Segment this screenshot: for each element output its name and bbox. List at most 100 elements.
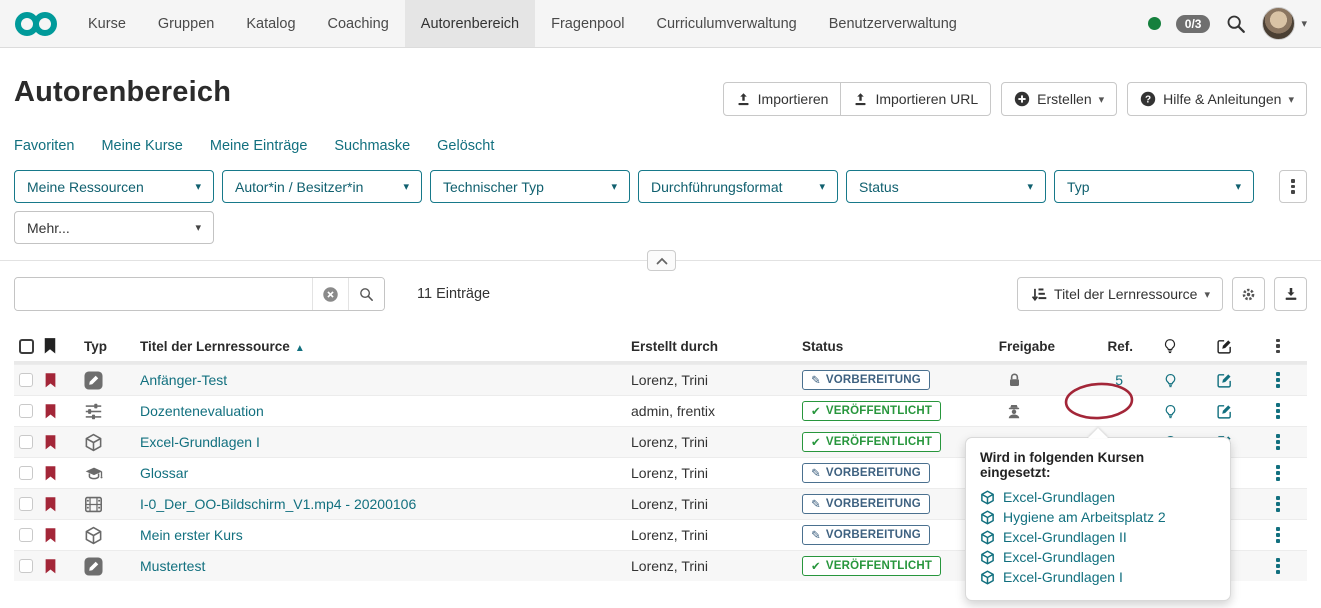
- filter-durchfuehrungsformat[interactable]: Durchführungsformat ▾: [638, 170, 838, 203]
- edit-icon[interactable]: [1216, 372, 1233, 389]
- openolat-logo[interactable]: [14, 0, 58, 47]
- resource-title-link[interactable]: Mustertest: [140, 558, 205, 574]
- edit-icon[interactable]: [1216, 403, 1233, 420]
- video-type-icon: [84, 496, 103, 513]
- pencil-icon: ✎: [811, 528, 821, 542]
- status-badge: ✎VORBEREITUNG: [802, 494, 930, 514]
- filter-status[interactable]: Status ▾: [846, 170, 1046, 203]
- bookmark-icon[interactable]: [44, 558, 57, 575]
- resource-title-link[interactable]: Mein erster Kurs: [140, 527, 243, 543]
- search-icon: [358, 286, 375, 303]
- nav-item-kurse[interactable]: Kurse: [72, 0, 142, 47]
- popover-course-link[interactable]: Excel-Grundlagen II: [980, 527, 1216, 547]
- autorenbereich-page: { "navbar": { "items": [ {"label": "Kurs…: [0, 0, 1321, 608]
- avatar: [1262, 7, 1295, 40]
- nav-item-curriculumverwaltung[interactable]: Curriculumverwaltung: [640, 0, 812, 47]
- tab-favoriten[interactable]: Favoriten: [14, 138, 74, 154]
- header-kebab-icon[interactable]: [1276, 339, 1280, 354]
- bookmark-icon[interactable]: [43, 337, 57, 355]
- resource-title-link[interactable]: Glossar: [140, 465, 188, 481]
- table-download-button[interactable]: [1274, 277, 1307, 311]
- user-menu[interactable]: ▾: [1262, 7, 1307, 40]
- notification-counter-badge[interactable]: 0/3: [1176, 15, 1211, 33]
- header-status[interactable]: Status: [802, 339, 969, 354]
- nav-item-katalog[interactable]: Katalog: [230, 0, 311, 47]
- import-button[interactable]: Importieren: [723, 82, 842, 116]
- collapse-filters-button[interactable]: [647, 250, 676, 271]
- popover-course-link[interactable]: Excel-Grundlagen I: [980, 567, 1216, 587]
- header-typ[interactable]: Typ: [62, 339, 118, 354]
- filter-label: Autor*in / Besitzer*in: [235, 179, 363, 195]
- nav-item-fragenpool[interactable]: Fragenpool: [535, 0, 640, 47]
- row-actions-kebab[interactable]: [1276, 465, 1280, 481]
- row-checkbox[interactable]: [19, 435, 33, 449]
- lightbulb-icon[interactable]: [1163, 372, 1178, 389]
- row-checkbox[interactable]: [19, 559, 33, 573]
- edit-icon[interactable]: [1216, 338, 1233, 355]
- search-input[interactable]: [15, 278, 312, 310]
- row-checkbox[interactable]: [19, 404, 33, 418]
- chevron-down-icon: ▾: [1204, 288, 1210, 301]
- import-url-button[interactable]: Importieren URL: [840, 82, 991, 116]
- row-actions-kebab[interactable]: [1276, 527, 1280, 543]
- submit-search-button[interactable]: [348, 278, 384, 310]
- search-icon[interactable]: [1225, 13, 1247, 35]
- resource-title-link[interactable]: Dozentenevaluation: [140, 403, 264, 419]
- filter-more-options-button[interactable]: [1279, 170, 1307, 203]
- filter-technischer-typ[interactable]: Technischer Typ ▾: [430, 170, 630, 203]
- popover-course-link[interactable]: Hygiene am Arbeitsplatz 2: [980, 507, 1216, 527]
- tab-meine-kurse[interactable]: Meine Kurse: [101, 138, 182, 154]
- bookmark-icon[interactable]: [44, 527, 57, 544]
- page-title: Autorenbereich: [14, 76, 231, 109]
- resource-title-link[interactable]: I-0_Der_OO-Bildschirm_V1.mp4 - 20200106: [140, 496, 416, 512]
- table-settings-button[interactable]: [1232, 277, 1265, 311]
- lightbulb-icon[interactable]: [1162, 337, 1178, 355]
- sort-button[interactable]: Titel der Lernressource ▾: [1017, 277, 1223, 311]
- filter-bar: Meine Ressourcen ▾ Autor*in / Besitzer*i…: [0, 170, 1321, 203]
- filter-autor-besitzer[interactable]: Autor*in / Besitzer*in ▾: [222, 170, 422, 203]
- bookmark-icon[interactable]: [44, 372, 57, 389]
- bookmark-icon[interactable]: [44, 465, 57, 482]
- sort-amount-icon: [1030, 286, 1047, 303]
- chevron-down-icon: ▾: [195, 221, 201, 234]
- tab-geloescht[interactable]: Gelöscht: [437, 138, 494, 154]
- row-actions-kebab[interactable]: [1276, 496, 1280, 512]
- tab-meine-eintraege[interactable]: Meine Einträge: [210, 138, 308, 154]
- header-ref[interactable]: Ref.: [1059, 339, 1141, 354]
- row-actions-kebab[interactable]: [1276, 403, 1280, 419]
- row-actions-kebab[interactable]: [1276, 558, 1280, 574]
- resource-title-link[interactable]: Anfänger-Test: [140, 372, 227, 388]
- select-all-checkbox[interactable]: [19, 339, 34, 354]
- row-actions-kebab[interactable]: [1276, 372, 1280, 388]
- nav-item-autorenbereich[interactable]: Autorenbereich: [405, 0, 535, 47]
- nav-item-benutzerverwaltung[interactable]: Benutzerverwaltung: [813, 0, 973, 47]
- row-checkbox[interactable]: [19, 373, 33, 387]
- header-titel[interactable]: Titel der Lernressource: [140, 339, 290, 354]
- bookmark-icon[interactable]: [44, 434, 57, 451]
- help-button[interactable]: ? Hilfe & Anleitungen ▾: [1127, 82, 1307, 116]
- tab-suchmaske[interactable]: Suchmaske: [334, 138, 410, 154]
- bookmark-icon[interactable]: [44, 403, 57, 420]
- bookmark-icon[interactable]: [44, 496, 57, 513]
- header-freigabe[interactable]: Freigabe: [969, 339, 1059, 354]
- create-button[interactable]: Erstellen ▾: [1001, 82, 1117, 116]
- header-erstellt-durch[interactable]: Erstellt durch: [631, 339, 802, 354]
- popover-course-link[interactable]: Excel-Grundlagen: [980, 487, 1216, 507]
- row-checkbox[interactable]: [19, 528, 33, 542]
- row-actions-kebab[interactable]: [1276, 434, 1280, 450]
- clear-search-button[interactable]: [312, 278, 348, 310]
- lightbulb-icon[interactable]: [1163, 403, 1178, 420]
- row-checkbox[interactable]: [19, 497, 33, 511]
- filter-label: Durchführungsformat: [651, 179, 783, 195]
- nav-item-coaching[interactable]: Coaching: [312, 0, 405, 47]
- filter-label: Meine Ressourcen: [27, 179, 144, 195]
- nav-item-gruppen[interactable]: Gruppen: [142, 0, 230, 47]
- ref-count[interactable]: 5: [1059, 372, 1141, 388]
- filter-meine-ressourcen[interactable]: Meine Ressourcen ▾: [14, 170, 214, 203]
- filter-typ[interactable]: Typ ▾: [1054, 170, 1254, 203]
- filter-mehr[interactable]: Mehr... ▾: [14, 211, 214, 244]
- resource-title-link[interactable]: Excel-Grundlagen I: [140, 434, 260, 450]
- row-checkbox[interactable]: [19, 466, 33, 480]
- popover-course-link[interactable]: Excel-Grundlagen: [980, 547, 1216, 567]
- status-badge: ✔VERÖFFENTLICHT: [802, 401, 941, 421]
